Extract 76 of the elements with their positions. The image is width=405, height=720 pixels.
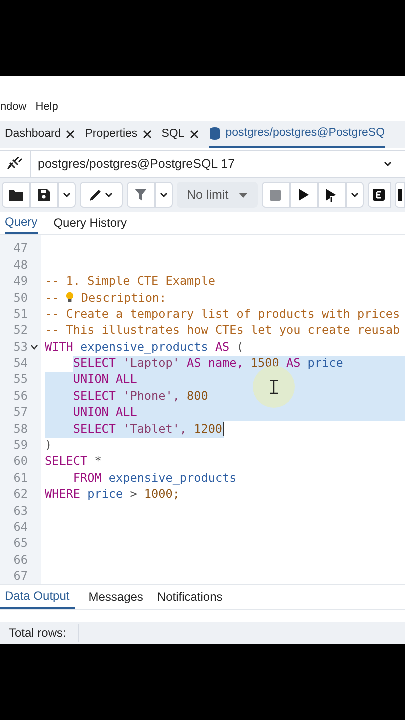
code-line: FROM expensive_products — [72, 470, 237, 487]
save-icon — [38, 189, 50, 201]
code-line: -- 1. Simple CTE Example — [45, 274, 216, 290]
editor-tab[interactable]: SQL — [162, 121, 199, 148]
output-tab[interactable]: Notifications — [157, 584, 223, 609]
line-number: 64 — [12, 519, 28, 536]
line-number: 48 — [12, 256, 28, 274]
line-number: 47 — [12, 240, 28, 258]
link-icon[interactable] — [7, 157, 23, 171]
line-number: 54 — [12, 355, 28, 372]
close-icon[interactable] — [66, 130, 76, 139]
line-number: 59 — [12, 437, 28, 454]
query-tab[interactable]: Query History — [54, 212, 128, 234]
connection-select[interactable]: postgres/postgres@PostgreSQL 17 — [30, 151, 405, 177]
execute-options-button[interactable] — [346, 182, 364, 208]
line-number: 52 — [12, 322, 28, 340]
line-number: 62 — [12, 486, 28, 504]
line-number: 67 — [12, 568, 28, 584]
stop-icon — [270, 190, 282, 200]
line-number: 49 — [12, 273, 28, 290]
line-number: 63 — [12, 502, 28, 520]
execute-button[interactable] — [290, 182, 318, 208]
explain-button[interactable] — [368, 182, 391, 208]
total-rows-label: Total rows: — [0, 624, 80, 642]
line-number: 65 — [12, 535, 28, 552]
code-line: ) — [45, 438, 52, 454]
line-number: 66 — [12, 552, 28, 569]
filter-icon — [135, 189, 147, 201]
caret-icon — [104, 190, 114, 200]
editor-tab[interactable]: postgres/postgres@PostgreSQ — [208, 121, 386, 148]
fold-icon[interactable] — [31, 345, 38, 350]
line-number: 60 — [12, 453, 28, 470]
caret-icon — [159, 190, 169, 200]
play-icon — [298, 189, 309, 201]
pen-icon — [89, 188, 102, 202]
line-number: 53 — [12, 338, 28, 356]
line-number: 55 — [12, 371, 28, 388]
output-tab[interactable]: Messages — [88, 584, 144, 609]
save-options-button[interactable] — [58, 182, 76, 208]
caret-icon — [62, 190, 72, 200]
code-line: WHERE price > 1000; — [45, 486, 180, 504]
line-number: 58 — [12, 420, 28, 438]
open-file-button[interactable] — [2, 182, 30, 208]
line-number: 50 — [12, 290, 28, 307]
explain-analyze-button[interactable] — [394, 182, 405, 208]
text-cursor-icon — [270, 380, 278, 394]
code-line: -- Create a temporary list of products with prices — [45, 306, 400, 323]
play-cursor-icon — [326, 188, 338, 202]
code-line: -- Description: — [45, 290, 167, 307]
caret-icon — [383, 159, 393, 169]
close-icon[interactable] — [142, 130, 152, 139]
line-number: 56 — [12, 388, 28, 405]
edit-button[interactable] — [80, 182, 123, 208]
output-tab[interactable]: Data Output — [0, 584, 75, 609]
line-number: 61 — [12, 470, 28, 487]
code-line: -- This illustrates how CTEs let you create reusab — [45, 322, 400, 340]
close-icon[interactable] — [190, 130, 199, 139]
menu-item[interactable]: Help — [36, 98, 58, 116]
database-icon — [208, 127, 221, 140]
caret-icon — [350, 190, 360, 200]
lightbulb-icon — [66, 292, 74, 304]
limit-select[interactable]: No limit — [177, 182, 258, 208]
dropdown-icon — [238, 192, 248, 198]
line-number: 51 — [12, 306, 28, 323]
editor-tab[interactable]: Dashboard — [5, 121, 76, 148]
filter-button[interactable] — [127, 182, 155, 208]
text-caret — [222, 422, 224, 436]
code-line: SELECT * — [45, 454, 102, 470]
folder-icon — [9, 190, 23, 200]
save-button[interactable] — [30, 182, 58, 208]
filter-options-button[interactable] — [155, 182, 173, 208]
editor-tab[interactable]: Properties — [85, 121, 152, 148]
code-line: WITH expensive_products AS ( — [45, 339, 244, 356]
menu-item[interactable]: indow — [0, 98, 27, 116]
execute-script-button[interactable] — [318, 182, 346, 208]
line-number: 57 — [12, 404, 28, 422]
